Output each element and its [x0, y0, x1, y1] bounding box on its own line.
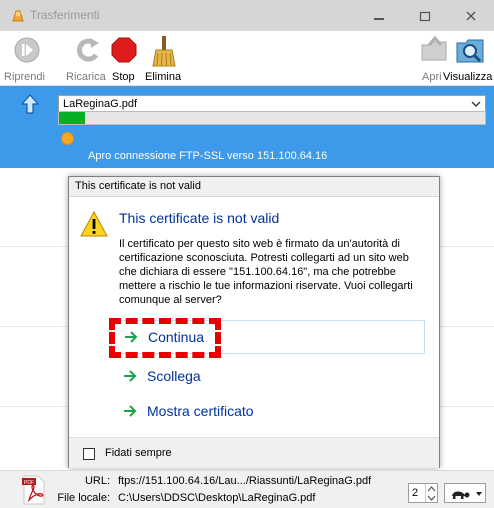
- url-value: ftps://151.100.64.16/Lau.../Riassunti/La…: [118, 475, 372, 487]
- disconnect-label: Scollega: [147, 368, 201, 384]
- chevron-up-icon: [427, 486, 436, 492]
- upload-arrow-icon: [21, 94, 39, 114]
- warning-icon: [80, 211, 108, 237]
- close-button[interactable]: [448, 0, 494, 31]
- always-trust-checkbox[interactable]: [83, 448, 95, 460]
- stop-label: Stop: [112, 71, 135, 83]
- close-icon: [466, 11, 476, 21]
- transfers-app-icon: [12, 10, 24, 22]
- minimize-button[interactable]: [356, 0, 402, 31]
- highlight-annotation: [109, 318, 221, 358]
- certificate-dialog: This certificate is not valid This certi…: [68, 176, 440, 468]
- dialog-heading: This certificate is not valid: [119, 210, 280, 226]
- file-select-value: LaReginaG.pdf: [63, 98, 137, 110]
- status-indicator-icon: [61, 132, 74, 145]
- dialog-footer: Fidati sempre: [69, 437, 439, 468]
- details-bar: PDF URL: ftps://151.100.64.16/Lau.../Ria…: [0, 470, 494, 508]
- open-folder-icon: [421, 35, 447, 61]
- maximize-button[interactable]: [402, 0, 448, 31]
- chevron-down-icon: [427, 495, 436, 501]
- connections-value: 2: [412, 487, 419, 499]
- show-certificate-label: Mostra certificato: [147, 403, 254, 419]
- local-file-value: C:\Users\DDSC\Desktop\LaReginaG.pdf: [118, 492, 316, 504]
- chevron-down-icon: [476, 492, 482, 496]
- reload-label: Ricarica: [66, 71, 106, 83]
- disconnect-command[interactable]: Scollega: [111, 360, 425, 394]
- connections-stepper[interactable]: 2: [408, 483, 438, 503]
- local-file-key: File locale:: [57, 492, 110, 504]
- transfer-progress-bar: [58, 111, 486, 125]
- dialog-title-bar: This certificate is not valid: [69, 177, 439, 197]
- title-bar: Trasferimenti: [0, 0, 494, 31]
- dialog-window-title: This certificate is not valid: [75, 180, 201, 192]
- maximize-icon: [419, 11, 431, 22]
- minimize-icon: [374, 18, 384, 20]
- dialog-message: Il certificato per questo sito web è fir…: [119, 238, 413, 306]
- delete-label: Elimina: [145, 71, 182, 83]
- stepper-arrows[interactable]: [425, 484, 437, 502]
- view-folder-icon: [456, 39, 484, 63]
- url-key: URL:: [84, 475, 110, 487]
- toolbar: Riprendi Ricarica Stop Elimina Apri Visu…: [0, 31, 494, 86]
- always-trust-label: Fidati sempre: [105, 447, 172, 459]
- arrow-right-icon: [124, 405, 137, 417]
- turtle-icon: [452, 491, 470, 499]
- resume-icon: [14, 37, 40, 63]
- stop-icon: [111, 37, 137, 63]
- transfer-row[interactable]: LaReginaG.pdf Apro connessione FTP-SSL v…: [0, 86, 494, 168]
- show-certificate-command[interactable]: Mostra certificato: [111, 395, 425, 429]
- transfer-status: Apro connessione FTP-SSL verso 151.100.6…: [88, 150, 328, 162]
- resume-label: Riprendi: [4, 71, 45, 83]
- broom-icon: [152, 36, 176, 67]
- chevron-down-icon: [471, 101, 481, 107]
- reload-icon: [77, 38, 99, 62]
- speed-menu-button[interactable]: [444, 483, 486, 503]
- window-title: Trasferimenti: [30, 8, 100, 22]
- arrow-right-icon: [124, 370, 137, 382]
- view-label: Visualizza: [443, 71, 493, 83]
- open-label: Apri: [422, 71, 442, 83]
- progress-fill: [59, 112, 85, 124]
